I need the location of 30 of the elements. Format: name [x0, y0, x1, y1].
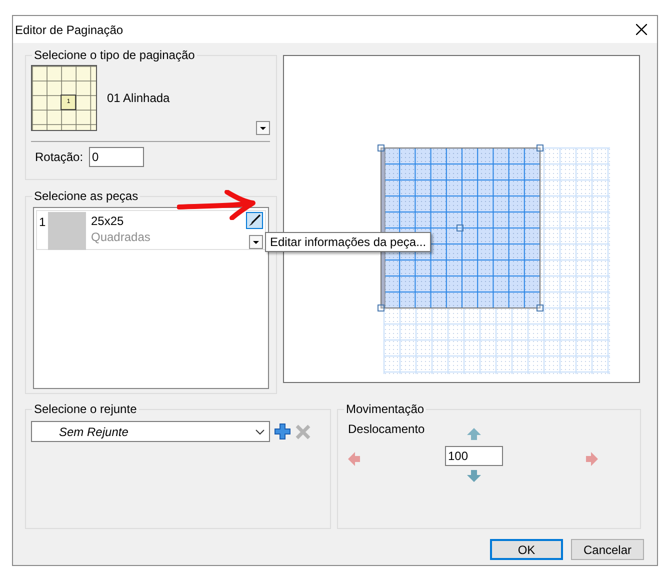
dropdown-button[interactable] — [256, 121, 270, 135]
pagination-type-name: 01 Alinhada — [107, 90, 170, 107]
piece-thumbnail — [48, 212, 86, 250]
displacement-field[interactable]: 100 — [445, 446, 503, 466]
add-icon[interactable] — [274, 423, 291, 440]
dialog-button[interactable]: OK — [490, 539, 563, 560]
rotation-label: Rotação: — [35, 149, 84, 166]
brush-icon — [248, 214, 261, 227]
dialog-button[interactable]: Cancelar — [571, 539, 644, 560]
edit-piece-button[interactable] — [246, 212, 263, 229]
grout-dropdown[interactable]: Sem Rejunte — [31, 421, 270, 442]
tile-pattern-drawing — [31, 65, 97, 131]
piece-name: 25x25 — [91, 213, 125, 229]
caret-icon — [253, 240, 259, 244]
rotation-field[interactable]: 0 — [89, 147, 144, 167]
piece-category: Quadradas — [91, 229, 150, 245]
group-label: Selecione as peças — [32, 188, 140, 204]
displacement-label: Deslocamento — [348, 421, 425, 438]
pointer-arrow-icon — [177, 190, 257, 220]
window-title: Editor de Paginação — [15, 22, 124, 38]
caret-icon — [260, 126, 266, 130]
close-icon — [636, 24, 646, 35]
group-label: Movimentação — [344, 401, 426, 417]
piece-index: 1 — [39, 214, 47, 231]
group-label: Selecione o tipo de paginação — [32, 47, 197, 63]
piece-item[interactable]: 1 25x25 Quadradas — [36, 210, 266, 250]
tooltip: Editar informações da peça... — [265, 232, 432, 252]
chevron-icon — [255, 428, 265, 434]
dropdown-button[interactable] — [249, 235, 263, 249]
group-label: Selecione o rejunte — [32, 401, 139, 417]
